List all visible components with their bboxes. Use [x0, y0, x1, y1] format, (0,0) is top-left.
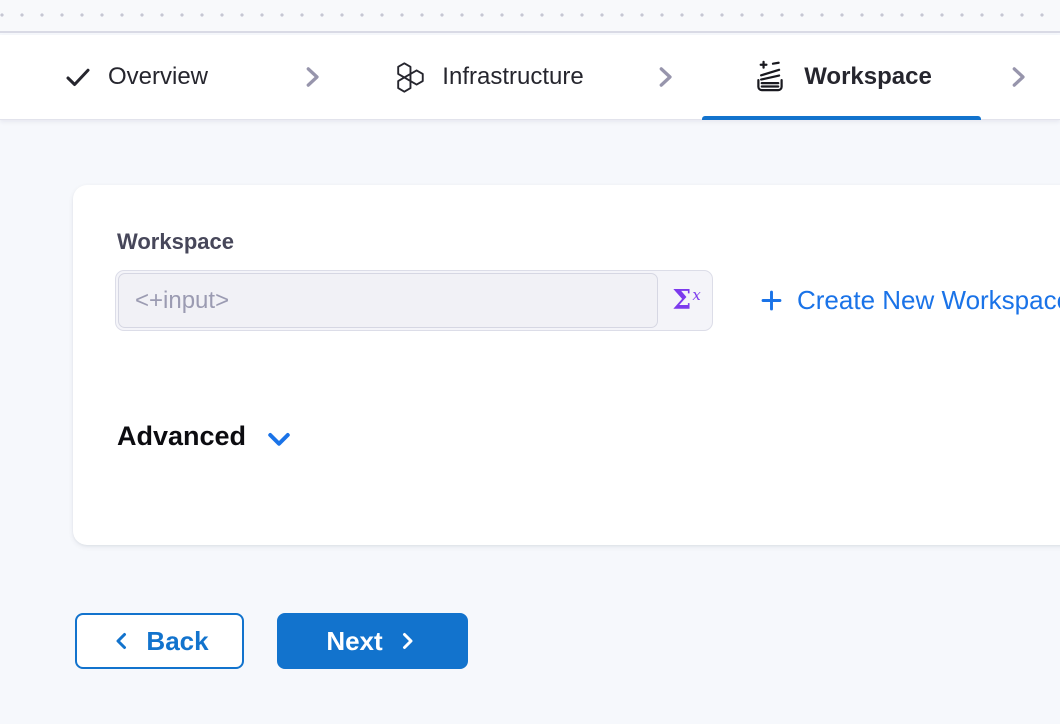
workspace-input-group: Σx	[115, 270, 713, 331]
workspace-stack-icon	[751, 58, 789, 96]
workspace-input[interactable]	[118, 273, 658, 328]
back-button-label: Back	[146, 626, 208, 657]
chevron-right-icon	[395, 629, 419, 653]
advanced-label: Advanced	[117, 421, 246, 452]
wizard-screen: Overview Infrastructure	[0, 0, 1060, 724]
next-button-label: Next	[326, 626, 382, 657]
step-tab-overview[interactable]: Overview	[0, 35, 275, 119]
chevron-down-icon	[264, 427, 294, 453]
sigma-icon: Σ	[672, 285, 691, 316]
create-link-label: Create New Workspace	[797, 285, 1060, 316]
back-button[interactable]: Back	[75, 613, 244, 669]
active-step-underline	[702, 116, 981, 120]
dotted-canvas-strip	[0, 0, 1060, 33]
plus-icon	[758, 287, 785, 314]
infrastructure-icon	[393, 60, 427, 94]
create-new-workspace-link[interactable]: Create New Workspace	[758, 270, 1060, 331]
wizard-stepper: Overview Infrastructure	[0, 35, 1060, 120]
step-label-overview: Overview	[108, 63, 208, 91]
advanced-toggle[interactable]: Advanced	[117, 421, 294, 452]
next-button[interactable]: Next	[277, 613, 468, 669]
chevron-right-icon	[275, 35, 349, 119]
chevron-left-icon	[110, 629, 134, 653]
workspace-form-card: Workspace Σx Create New Workspace Advanc…	[73, 185, 1060, 545]
chevron-right-icon	[981, 35, 1055, 119]
step-tab-workspace[interactable]: Workspace	[702, 35, 981, 119]
formula-sigma-button[interactable]: Σx	[660, 271, 712, 330]
step-label-workspace: Workspace	[804, 63, 932, 91]
step-label-infrastructure: Infrastructure	[442, 63, 583, 91]
workspace-field-label: Workspace	[117, 229, 234, 255]
chevron-right-icon	[628, 35, 702, 119]
check-icon	[63, 62, 93, 92]
stepper-row: Overview Infrastructure	[0, 35, 1060, 119]
step-tab-infrastructure[interactable]: Infrastructure	[349, 35, 628, 119]
